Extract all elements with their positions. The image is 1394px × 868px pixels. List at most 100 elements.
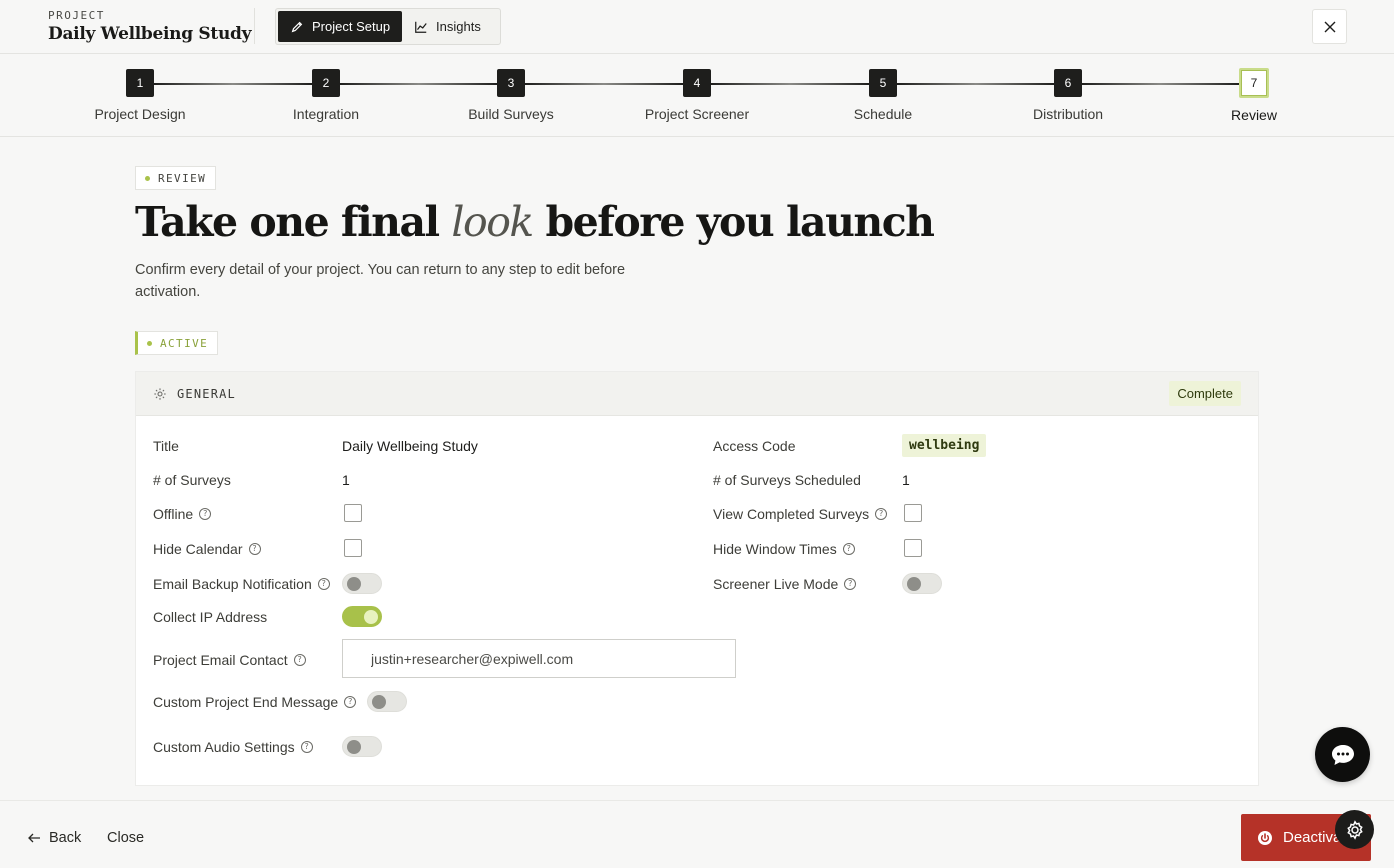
toggle-knob bbox=[372, 695, 386, 709]
toggle-knob bbox=[907, 577, 921, 591]
bottom-action-bar: Back Close Deactivate bbox=[0, 800, 1394, 868]
header-divider bbox=[254, 8, 255, 44]
custom-end-message-label: Custom Project End Message ? bbox=[153, 694, 357, 710]
hide-window-times-label: Hide Window Times ? bbox=[713, 541, 855, 557]
custom-audio-toggle[interactable] bbox=[342, 736, 382, 757]
step-label: Build Surveys bbox=[468, 106, 554, 122]
step-number: 4 bbox=[683, 69, 711, 97]
gear-icon bbox=[154, 387, 166, 400]
surveys-count-label: # of Surveys bbox=[153, 472, 231, 488]
active-status-tag: ACTIVE bbox=[135, 331, 219, 355]
label-text: Offline bbox=[153, 506, 194, 522]
close-button[interactable] bbox=[1312, 9, 1347, 44]
label-text: View Completed Surveys bbox=[713, 506, 870, 522]
project-title: Daily Wellbeing Study bbox=[48, 24, 252, 44]
step-number: 3 bbox=[497, 69, 525, 97]
tab-project-setup[interactable]: Project Setup bbox=[278, 11, 403, 42]
email-contact-input[interactable] bbox=[342, 639, 736, 678]
email-backup-label: Email Backup Notification ? bbox=[153, 576, 330, 592]
step-label: Review bbox=[1231, 107, 1277, 123]
step-build-surveys[interactable]: 3 Build Surveys bbox=[431, 69, 591, 122]
title-label: Title bbox=[153, 438, 179, 454]
chat-button[interactable] bbox=[1315, 727, 1370, 782]
step-number: 1 bbox=[126, 69, 154, 97]
page-title: Take one final look before you launch bbox=[135, 198, 935, 246]
step-review[interactable]: 7 Review bbox=[1174, 68, 1334, 123]
offline-label: Offline ? bbox=[153, 506, 212, 522]
help-icon[interactable]: ? bbox=[844, 578, 857, 590]
back-label: Back bbox=[49, 830, 82, 846]
label-text: Screener Live Mode bbox=[713, 576, 839, 592]
hide-calendar-checkbox[interactable] bbox=[344, 539, 362, 557]
step-label: Project Design bbox=[94, 106, 186, 122]
hide-calendar-label: Hide Calendar ? bbox=[153, 541, 261, 557]
view-completed-checkbox[interactable] bbox=[904, 504, 922, 522]
label-text: Hide Window Times bbox=[713, 541, 837, 557]
headline-part-1: Take one final bbox=[135, 198, 440, 246]
line-chart-icon bbox=[415, 21, 427, 33]
help-icon[interactable]: ? bbox=[842, 543, 855, 555]
tab-insights-label: Insights bbox=[436, 19, 481, 34]
label-text: Project Email Contact bbox=[153, 652, 288, 668]
step-project-screener[interactable]: 4 Project Screener bbox=[617, 69, 777, 122]
collect-ip-label: Collect IP Address bbox=[153, 609, 267, 625]
step-number-current: 7 bbox=[1239, 68, 1269, 98]
custom-end-message-toggle[interactable] bbox=[367, 691, 407, 712]
help-icon[interactable]: ? bbox=[300, 741, 313, 753]
view-completed-label: View Completed Surveys ? bbox=[713, 506, 888, 522]
screener-live-mode-toggle[interactable] bbox=[902, 573, 942, 594]
help-icon[interactable]: ? bbox=[317, 578, 330, 590]
label-text: Hide Calendar bbox=[153, 541, 243, 557]
project-kicker: PROJECT bbox=[48, 9, 105, 22]
headline-part-2: before you launch bbox=[545, 198, 935, 246]
general-section-card: GENERAL Complete Title Daily Wellbeing S… bbox=[135, 371, 1259, 786]
tab-insights[interactable]: Insights bbox=[402, 11, 493, 42]
step-label: Project Screener bbox=[644, 106, 750, 122]
close-link[interactable]: Close bbox=[107, 830, 144, 846]
step-integration[interactable]: 2 Integration bbox=[246, 69, 406, 122]
section-title: GENERAL bbox=[177, 386, 236, 401]
hide-window-times-checkbox[interactable] bbox=[904, 539, 922, 557]
toggle-knob bbox=[364, 610, 378, 624]
step-label: Schedule bbox=[853, 106, 913, 122]
view-switcher: Project Setup Insights bbox=[275, 8, 501, 45]
progress-stepper: 1 Project Design 2 Integration 3 Build S… bbox=[0, 54, 1394, 137]
toggle-knob bbox=[347, 577, 361, 591]
back-button[interactable]: Back bbox=[28, 830, 81, 846]
surveys-count-value: 1 bbox=[342, 472, 350, 488]
status-dot bbox=[145, 175, 150, 181]
help-icon[interactable]: ? bbox=[199, 508, 212, 520]
title-value: Daily Wellbeing Study bbox=[342, 438, 478, 454]
power-icon bbox=[1258, 830, 1272, 845]
collect-ip-toggle[interactable] bbox=[342, 606, 382, 627]
page-subtitle: Confirm every detail of your project. Yo… bbox=[135, 262, 626, 300]
step-project-design[interactable]: 1 Project Design bbox=[60, 69, 220, 122]
custom-audio-label: Custom Audio Settings ? bbox=[153, 739, 313, 755]
review-content: REVIEW Take one final look before you la… bbox=[0, 138, 1394, 800]
help-icon[interactable]: ? bbox=[293, 654, 306, 666]
help-icon[interactable]: ? bbox=[248, 543, 261, 555]
label-text: Custom Project End Message bbox=[153, 694, 339, 710]
label-text: Access Code bbox=[713, 438, 796, 454]
email-backup-toggle[interactable] bbox=[342, 573, 382, 594]
offline-checkbox[interactable] bbox=[344, 504, 362, 522]
headline-italic: look bbox=[451, 198, 534, 246]
settings-button[interactable] bbox=[1335, 810, 1374, 849]
label-text: Collect IP Address bbox=[153, 609, 268, 625]
step-number: 6 bbox=[1054, 69, 1082, 97]
step-distribution[interactable]: 6 Distribution bbox=[988, 69, 1148, 122]
step-label: Integration bbox=[292, 106, 360, 122]
surveys-scheduled-label: # of Surveys Scheduled bbox=[713, 472, 861, 488]
pencil-icon bbox=[291, 21, 303, 32]
step-schedule[interactable]: 5 Schedule bbox=[803, 69, 963, 122]
help-icon[interactable]: ? bbox=[344, 696, 357, 708]
label-text: # of Surveys Scheduled bbox=[713, 472, 861, 488]
help-icon[interactable]: ? bbox=[875, 508, 888, 520]
step-number: 2 bbox=[312, 69, 340, 97]
chat-bubble-icon bbox=[1331, 744, 1354, 765]
surveys-scheduled-value: 1 bbox=[902, 472, 910, 488]
step-label: Distribution bbox=[1032, 106, 1104, 122]
label-text: # of Surveys bbox=[153, 472, 231, 488]
access-code-label: Access Code bbox=[713, 438, 795, 454]
close-icon bbox=[1324, 21, 1335, 32]
